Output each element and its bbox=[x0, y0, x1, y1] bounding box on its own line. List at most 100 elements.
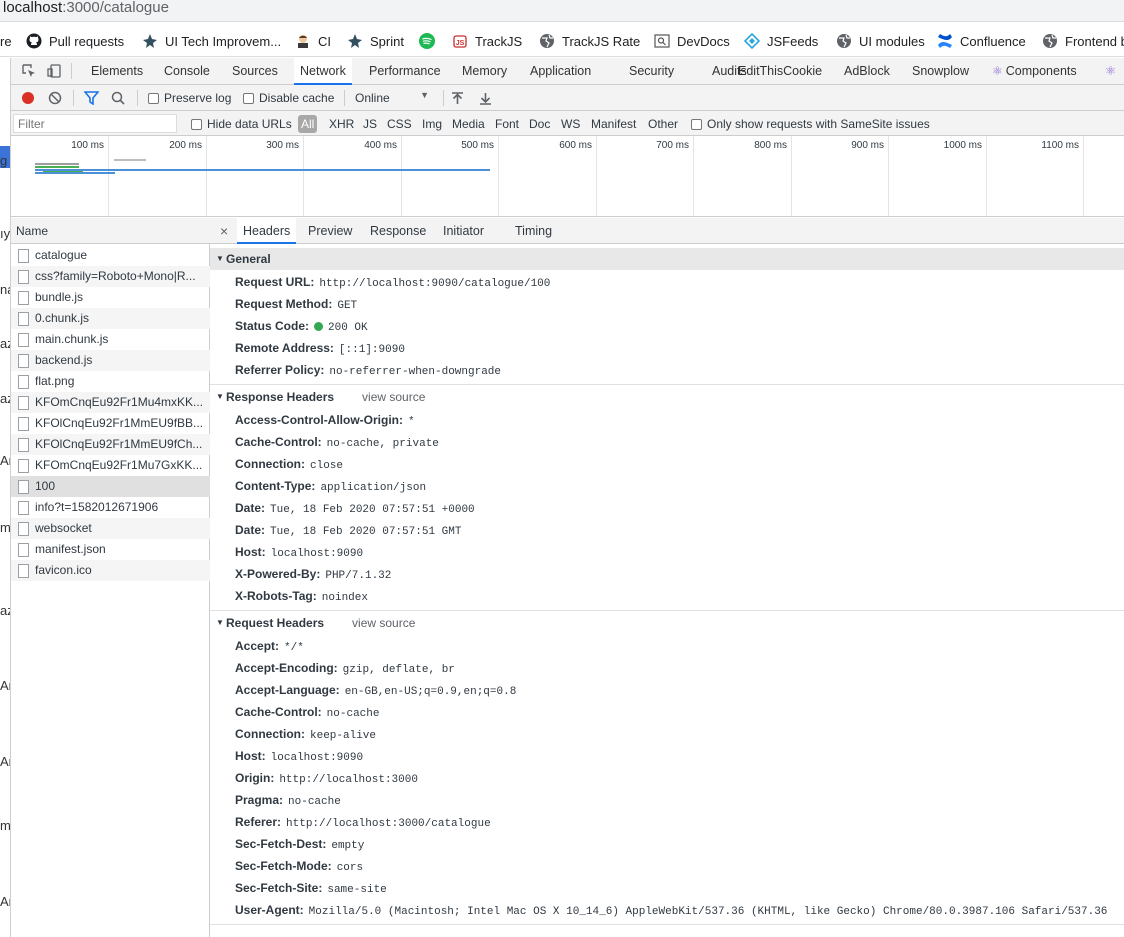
request-row[interactable]: css?family=Roboto+Mono|R... bbox=[11, 266, 210, 287]
type-filter-font[interactable]: Font bbox=[495, 116, 519, 132]
type-filter-doc[interactable]: Doc bbox=[529, 116, 550, 132]
request-row[interactable]: websocket bbox=[11, 518, 210, 539]
request-row[interactable]: manifest.json bbox=[11, 539, 210, 560]
inspect-element-icon[interactable] bbox=[21, 63, 37, 79]
type-filter-ws[interactable]: WS bbox=[561, 116, 580, 132]
throttle-select[interactable]: Online ▼ bbox=[355, 90, 429, 106]
type-filter-xhr[interactable]: XHR bbox=[329, 116, 354, 132]
general-section-header[interactable]: ▼ General bbox=[210, 248, 1124, 270]
confluence-icon bbox=[936, 33, 953, 50]
type-filter-js[interactable]: JS bbox=[363, 116, 377, 132]
samesite-checkbox[interactable]: Only show requests with SameSite issues bbox=[691, 116, 930, 132]
request-row[interactable]: 0.chunk.js bbox=[11, 308, 210, 329]
bookmark-devdocs[interactable]: DevDocs bbox=[653, 31, 730, 51]
hide-data-urls-checkbox[interactable]: Hide data URLs bbox=[191, 116, 292, 132]
request-row[interactable]: KFOmCnqEu92Fr1Mu7GxKK... bbox=[11, 455, 210, 476]
filter-input[interactable] bbox=[14, 115, 174, 132]
filter-icon[interactable] bbox=[84, 90, 99, 106]
separator bbox=[137, 90, 138, 106]
tab-memory[interactable]: Memory bbox=[456, 58, 513, 85]
close-icon[interactable]: × bbox=[220, 223, 228, 239]
type-filter-all[interactable]: All bbox=[298, 115, 318, 133]
bookmark-ci[interactable]: CI bbox=[294, 31, 331, 51]
bookmark-trackjs[interactable]: JS TrackJS bbox=[451, 31, 522, 51]
filter-input-box[interactable] bbox=[13, 114, 177, 133]
preserve-log-label: Preserve log bbox=[164, 91, 232, 105]
name-column-header[interactable]: Name bbox=[11, 218, 210, 244]
bookmark-confluence[interactable]: Confluence bbox=[936, 31, 1026, 51]
tab-sources[interactable]: Sources bbox=[226, 58, 284, 85]
tab-performance[interactable]: Performance bbox=[363, 58, 447, 85]
type-filter-manifest[interactable]: Manifest bbox=[591, 116, 636, 132]
tab-elements[interactable]: Elements bbox=[85, 58, 149, 85]
tab-headers[interactable]: Headers bbox=[237, 218, 297, 244]
tab-console[interactable]: Console bbox=[158, 58, 216, 85]
request-row[interactable]: info?t=1582012671906 bbox=[11, 497, 210, 518]
type-filter-img[interactable]: Img bbox=[422, 116, 442, 132]
request-row[interactable]: favicon.ico bbox=[11, 560, 210, 581]
disable-cache-checkbox[interactable]: Disable cache bbox=[243, 90, 334, 106]
tab-components[interactable]: ⚛ Components bbox=[986, 58, 1083, 85]
bookmark-re[interactable]: re bbox=[0, 31, 12, 51]
preserve-log-checkbox[interactable]: Preserve log bbox=[148, 90, 231, 106]
bookmark-trackjs-rate[interactable]: TrackJS Rate bbox=[538, 31, 640, 51]
tab-snowplow[interactable]: Snowplow bbox=[906, 58, 975, 85]
checkbox-box[interactable] bbox=[191, 118, 202, 130]
request-row[interactable]: catalogue bbox=[11, 245, 210, 266]
export-har-icon[interactable] bbox=[479, 90, 492, 106]
request-headers-section-header[interactable]: ▼ Request Headers view source bbox=[210, 612, 1124, 634]
type-filter-other[interactable]: Other bbox=[648, 116, 678, 132]
tab-label: Network bbox=[300, 64, 346, 78]
view-source-link[interactable]: view source bbox=[352, 616, 415, 630]
checkbox-box[interactable] bbox=[691, 118, 702, 130]
tab-label: Performance bbox=[369, 64, 441, 78]
device-toolbar-icon[interactable] bbox=[46, 63, 62, 79]
url-text[interactable]: localhost:3000/catalogue bbox=[3, 0, 169, 16]
request-row[interactable]: main.chunk.js bbox=[11, 329, 210, 350]
react-profiler-tab-icon[interactable]: ⚛ bbox=[1099, 58, 1122, 85]
bookmark-pull-requests[interactable]: Pull requests bbox=[25, 31, 124, 51]
file-icon bbox=[18, 375, 29, 389]
request-name: manifest.json bbox=[35, 542, 106, 556]
tab-network[interactable]: Network bbox=[294, 58, 352, 85]
bookmark-ui-tech-improvem[interactable]: UI Tech Improvem... bbox=[141, 31, 281, 51]
clear-icon[interactable] bbox=[48, 90, 62, 106]
header-name: Status Code: bbox=[235, 319, 310, 333]
bookmark-ui-modules[interactable]: UI modules bbox=[835, 31, 925, 51]
request-row[interactable]: KFOlCnqEu92Fr1MmEU9fCh... bbox=[11, 434, 210, 455]
bookmark-frontend-b[interactable]: Frontend b bbox=[1041, 31, 1124, 51]
address-bar[interactable]: localhost:3000/catalogue bbox=[0, 0, 1124, 22]
request-row[interactable]: bundle.js bbox=[11, 287, 210, 308]
bookmark-spotify[interactable] bbox=[418, 31, 442, 51]
request-row[interactable]: flat.png bbox=[11, 371, 210, 392]
request-row[interactable]: 100 bbox=[11, 476, 210, 497]
tab-timing[interactable]: Timing bbox=[509, 218, 558, 244]
request-name: favicon.ico bbox=[35, 563, 92, 577]
response-headers-section-header[interactable]: ▼ Response Headers view source bbox=[210, 386, 1124, 408]
checkbox-box[interactable] bbox=[148, 92, 159, 104]
header-value: PHP/7.1.32 bbox=[325, 570, 392, 582]
tab-preview[interactable]: Preview bbox=[302, 218, 358, 244]
timeline-tick-label: 600 ms bbox=[559, 140, 592, 151]
network-overview-timeline[interactable]: 100 ms 200 ms 300 ms 400 ms 500 ms 600 ms 700 … bbox=[11, 136, 1124, 217]
record-icon[interactable] bbox=[21, 90, 35, 106]
header-value: Tue, 18 Feb 2020 07:57:51 +0000 bbox=[270, 504, 475, 516]
tab-initiator[interactable]: Initiator bbox=[437, 218, 490, 244]
bookmark-jsfeeds[interactable]: JSFeeds bbox=[743, 31, 818, 51]
header-name: Remote Address: bbox=[235, 341, 334, 355]
search-icon[interactable] bbox=[111, 90, 125, 106]
tab-security[interactable]: Security bbox=[623, 58, 680, 85]
import-har-icon[interactable] bbox=[451, 90, 464, 106]
checkbox-box[interactable] bbox=[243, 92, 254, 104]
request-row[interactable]: KFOmCnqEu92Fr1Mu4mxKK... bbox=[11, 392, 210, 413]
tab-adblock[interactable]: AdBlock bbox=[838, 58, 896, 85]
type-filter-media[interactable]: Media bbox=[452, 116, 485, 132]
tab-editthiscookie[interactable]: EditThisCookie bbox=[732, 58, 828, 85]
tab-response[interactable]: Response bbox=[364, 218, 432, 244]
bookmark-sprint[interactable]: Sprint bbox=[346, 31, 404, 51]
view-source-link[interactable]: view source bbox=[362, 390, 425, 404]
tab-application[interactable]: Application bbox=[524, 58, 597, 85]
request-row[interactable]: KFOlCnqEu92Fr1MmEU9fBB... bbox=[11, 413, 210, 434]
request-row[interactable]: backend.js bbox=[11, 350, 210, 371]
type-filter-css[interactable]: CSS bbox=[387, 116, 412, 132]
